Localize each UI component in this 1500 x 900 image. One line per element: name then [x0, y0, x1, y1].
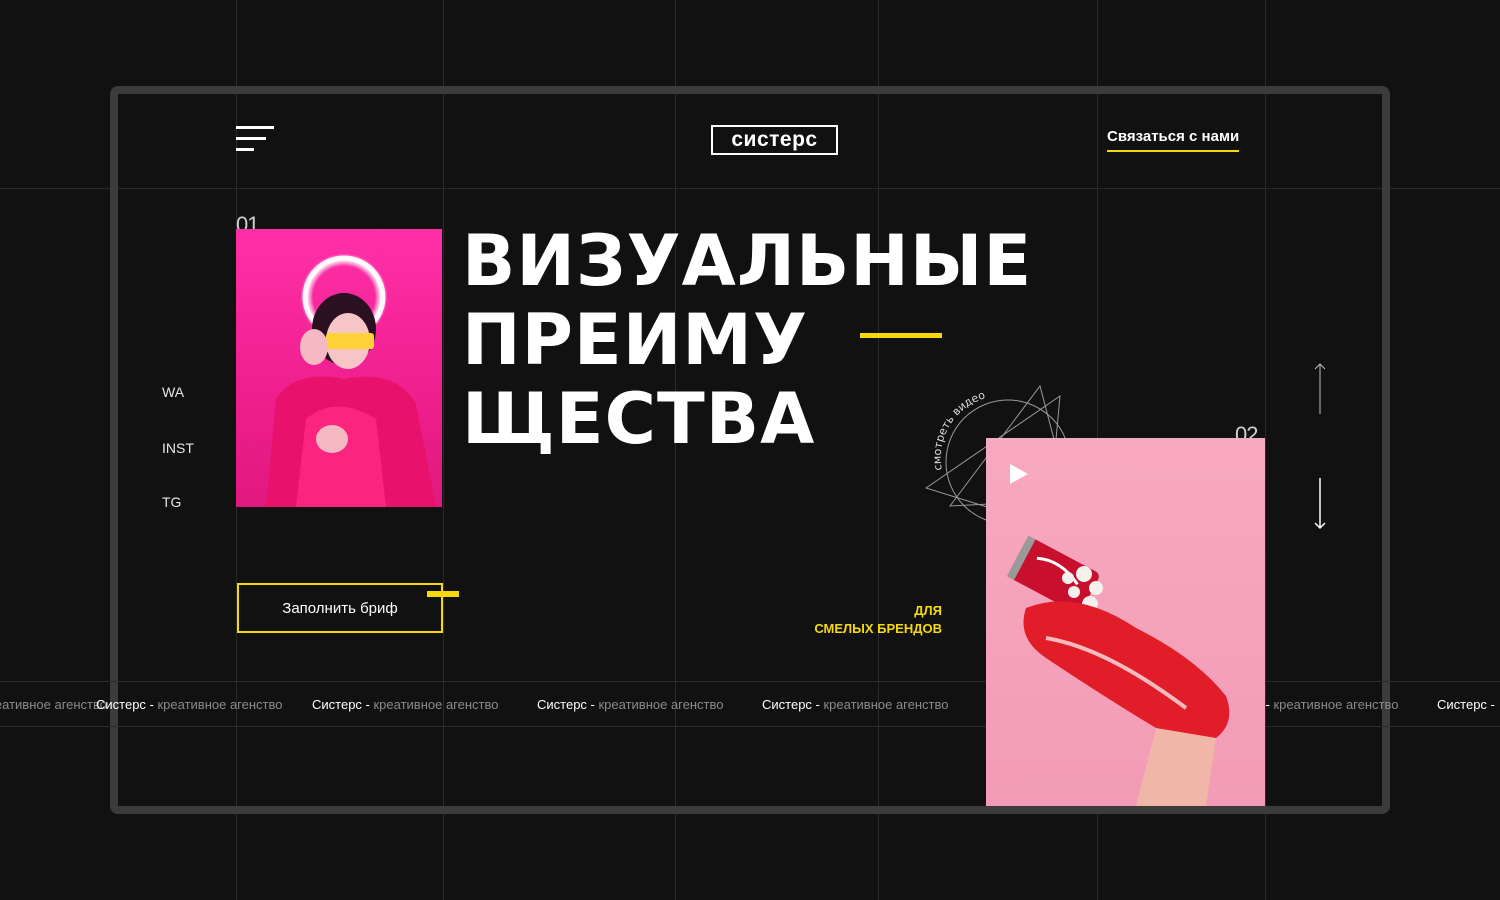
social-link-wa[interactable]: WA — [162, 384, 184, 400]
arrow-down-icon[interactable] — [1313, 478, 1327, 530]
logo[interactable]: систерс — [711, 125, 838, 155]
ticker-item: Систерс - — [1437, 697, 1495, 712]
accent-dash-small — [427, 591, 459, 597]
watch-video-label: смотреть видео — [931, 388, 987, 471]
headline-line-2: ПРЕИМУ — [462, 299, 808, 381]
ticker-item: Систерс - креативное агенство — [96, 697, 283, 712]
tagline: ДЛЯ СМЕЛЫХ БРЕНДОВ — [760, 602, 942, 638]
ticker-item: Систерс - креативное агенство — [312, 697, 499, 712]
menu-icon[interactable] — [236, 126, 276, 152]
ticker-item: Систерс - креативное агенство — [537, 697, 724, 712]
social-link-inst[interactable]: INST — [162, 440, 194, 456]
ticker-item: креативное агенство — [0, 697, 108, 712]
tagline-line-2: СМЕЛЫХ БРЕНДОВ — [814, 621, 942, 636]
hero-photo-sneaker — [986, 438, 1265, 806]
play-icon — [1010, 464, 1028, 484]
ticker-item: Систерс - креативное агенство — [762, 697, 949, 712]
hero-photo-woman — [236, 229, 442, 507]
social-link-tg[interactable]: TG — [162, 494, 181, 510]
arrow-up-icon[interactable] — [1313, 362, 1327, 414]
fill-brief-button[interactable]: Заполнить бриф — [237, 583, 443, 633]
contact-link[interactable]: Связаться с нами — [1107, 128, 1240, 152]
headline-line-1: ВИЗУАЛЬНЫЕ — [462, 220, 1033, 302]
accent-dash — [860, 333, 942, 338]
fill-brief-label: Заполнить бриф — [282, 599, 398, 617]
tagline-line-1: ДЛЯ — [914, 603, 942, 618]
ticker-strip: креативное агенство Систерс - креативное… — [0, 681, 1500, 727]
